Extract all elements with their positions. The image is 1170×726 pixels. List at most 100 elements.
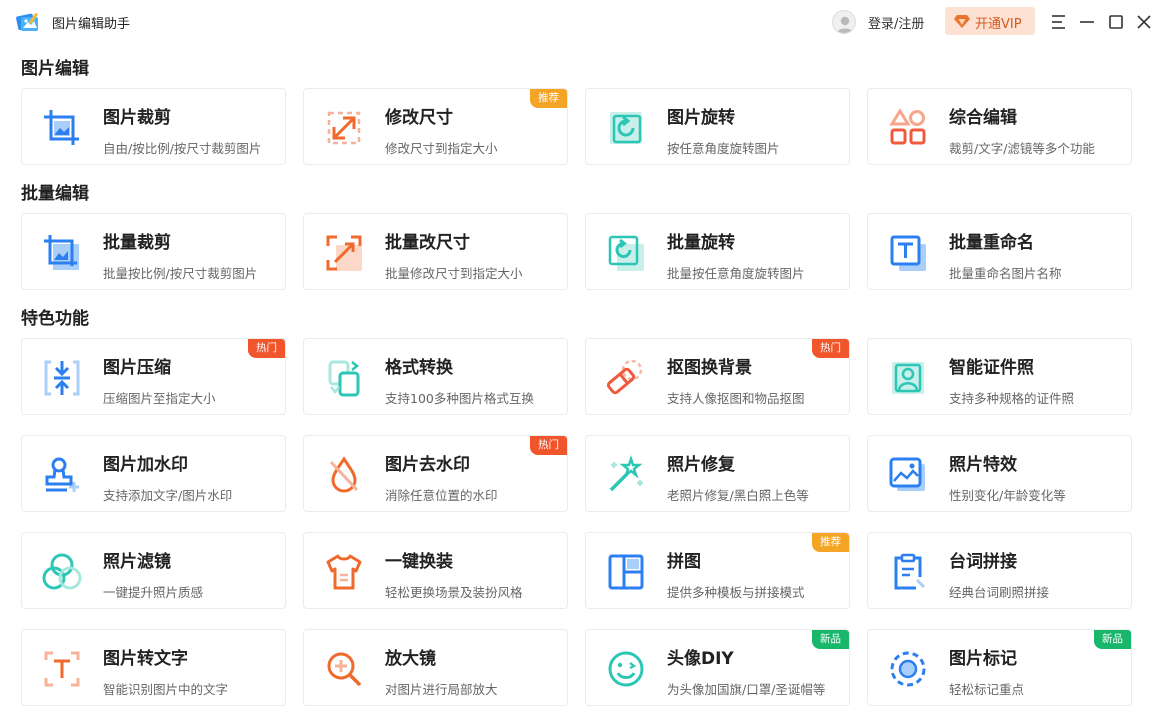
new-badge: 新品 [1094, 630, 1131, 649]
clipboard-icon [894, 553, 926, 590]
id-photo-icon [892, 362, 924, 394]
collage-icon [608, 554, 644, 590]
card-image-mark[interactable]: 图片标记 轻松标记重点 新品 [867, 629, 1132, 706]
card-photo-repair[interactable]: 照片修复 老照片修复/黑白照上色等 [585, 435, 850, 512]
card-batch-resize[interactable]: 批量改尺寸 批量修改尺寸到指定大小 [303, 213, 568, 290]
card-compress[interactable]: 图片压缩 压缩图片至指定大小 热门 [21, 338, 286, 415]
card-title: 批量旋转 [667, 233, 735, 253]
card-title: 批量重命名 [949, 233, 1034, 253]
card-title: 批量裁剪 [103, 233, 171, 253]
smile-icon [608, 651, 644, 687]
maximize-icon[interactable] [1106, 12, 1126, 32]
card-magnifier[interactable]: 放大镜 对图片进行局部放大 [303, 629, 568, 706]
new-badge: 新品 [812, 630, 849, 649]
card-format-convert[interactable]: 格式转换 支持100多种图片格式互换 [303, 338, 568, 415]
card-lines-stitch[interactable]: 台词拼接 经典台词刷照拼接 [867, 532, 1132, 609]
batch-rename-icon [890, 235, 926, 271]
card-title: 图片去水印 [385, 455, 470, 475]
recommend-badge: 推荐 [812, 533, 849, 552]
resize-icon [327, 111, 361, 145]
card-subtitle: 为头像加国旗/口罩/圣诞帽等 [667, 682, 826, 697]
card-title: 一键换装 [385, 552, 453, 572]
card-title: 图片旋转 [667, 108, 735, 128]
card-collage[interactable]: 拼图 提供多种模板与拼接模式 推荐 [585, 532, 850, 609]
card-subtitle: 批量重命名图片名称 [949, 266, 1062, 281]
batch-rotate-icon [608, 235, 644, 271]
card-batch-crop[interactable]: 批量裁剪 批量按比例/按尺寸裁剪图片 [21, 213, 286, 290]
card-title: 综合编辑 [949, 108, 1017, 128]
card-image-to-text[interactable]: 图片转文字 智能识别图片中的文字 [21, 629, 286, 706]
hot-badge: 热门 [530, 436, 567, 455]
card-subtitle: 轻松标记重点 [949, 682, 1025, 697]
card-cutout[interactable]: 抠图换背景 支持人像抠图和物品抠图 热门 [585, 338, 850, 415]
card-title: 图片加水印 [103, 455, 188, 475]
rotate-icon [610, 112, 642, 144]
card-subtitle: 提供多种模板与拼接模式 [667, 585, 805, 600]
card-title: 照片滤镜 [103, 552, 171, 572]
section-title-features: 特色功能 [21, 309, 89, 329]
card-avatar-diy[interactable]: 头像DIY 为头像加国旗/口罩/圣诞帽等 新品 [585, 629, 850, 706]
card-add-watermark[interactable]: 图片加水印 支持添加文字/图片水印 [21, 435, 286, 512]
card-crop[interactable]: 图片裁剪 自由/按比例/按尺寸裁剪图片 [21, 88, 286, 165]
mark-icon [890, 651, 926, 687]
card-subtitle: 经典台词刷照拼接 [949, 585, 1050, 600]
card-title: 智能证件照 [949, 358, 1034, 378]
stamp-icon [45, 457, 79, 492]
magic-wand-icon [609, 455, 643, 492]
card-subtitle: 支持人像抠图和物品抠图 [667, 391, 805, 406]
card-title: 抠图换背景 [667, 358, 752, 378]
card-title: 格式转换 [385, 358, 453, 378]
recommend-badge: 推荐 [530, 89, 567, 108]
card-title: 台词拼接 [949, 552, 1017, 572]
card-general-edit[interactable]: 综合编辑 裁剪/文字/滤镜等多个功能 [867, 88, 1132, 165]
card-subtitle: 支持添加文字/图片水印 [103, 488, 233, 503]
magnifier-icon [327, 652, 362, 687]
eraser-icon [606, 359, 643, 395]
vip-button[interactable]: 开通VIP [945, 7, 1035, 35]
card-title: 放大镜 [385, 649, 436, 669]
batch-resize-icon [326, 235, 362, 271]
ocr-icon [44, 651, 80, 687]
card-batch-rotate[interactable]: 批量旋转 批量按任意角度旋转图片 [585, 213, 850, 290]
card-subtitle: 消除任意位置的水印 [385, 488, 498, 503]
card-subtitle: 对图片进行局部放大 [385, 682, 498, 697]
hot-badge: 热门 [248, 339, 285, 358]
card-rotate[interactable]: 图片旋转 按任意角度旋转图片 [585, 88, 850, 165]
landscape-icon [889, 457, 925, 491]
title-bar: 图片编辑助手 登录/注册 开通VIP [0, 0, 1170, 44]
card-photo-effects[interactable]: 照片特效 性别变化/年龄变化等 [867, 435, 1132, 512]
card-subtitle: 批量按任意角度旋转图片 [667, 266, 805, 281]
card-title: 批量改尺寸 [385, 233, 470, 253]
card-subtitle: 智能识别图片中的文字 [103, 682, 229, 697]
card-title: 照片修复 [667, 455, 735, 475]
diamond-icon [954, 15, 970, 28]
card-id-photo[interactable]: 智能证件照 支持多种规格的证件照 [867, 338, 1132, 415]
card-title: 图片裁剪 [103, 108, 171, 128]
card-subtitle: 自由/按比例/按尺寸裁剪图片 [103, 141, 262, 156]
drop-off-icon [329, 456, 359, 493]
card-title: 修改尺寸 [385, 108, 453, 128]
card-subtitle: 老照片修复/黑白照上色等 [667, 488, 809, 503]
filter-icon [42, 553, 82, 590]
app-title: 图片编辑助手 [52, 17, 131, 32]
card-subtitle: 支持多种规格的证件照 [949, 391, 1075, 406]
login-register-link[interactable]: 登录/注册 [868, 13, 924, 32]
avatar[interactable] [832, 10, 856, 34]
compress-icon [44, 360, 80, 396]
card-resize[interactable]: 修改尺寸 修改尺寸到指定大小 推荐 [303, 88, 568, 165]
app-logo-icon [16, 12, 38, 31]
convert-icon [328, 360, 360, 397]
card-remove-watermark[interactable]: 图片去水印 消除任意位置的水印 热门 [303, 435, 568, 512]
batch-crop-icon [44, 235, 79, 270]
card-photo-filter[interactable]: 照片滤镜 一键提升照片质感 [21, 532, 286, 609]
card-batch-rename[interactable]: 批量重命名 批量重命名图片名称 [867, 213, 1132, 290]
card-title: 图片压缩 [103, 358, 171, 378]
card-title: 头像DIY [667, 649, 734, 669]
card-subtitle: 修改尺寸到指定大小 [385, 141, 498, 156]
minimize-icon[interactable] [1077, 12, 1097, 32]
card-title: 图片转文字 [103, 649, 188, 669]
menu-icon[interactable] [1049, 12, 1069, 32]
card-title: 拼图 [667, 552, 701, 572]
close-icon[interactable] [1134, 12, 1154, 32]
card-outfit-change[interactable]: 一键换装 轻松更换场景及装扮风格 [303, 532, 568, 609]
